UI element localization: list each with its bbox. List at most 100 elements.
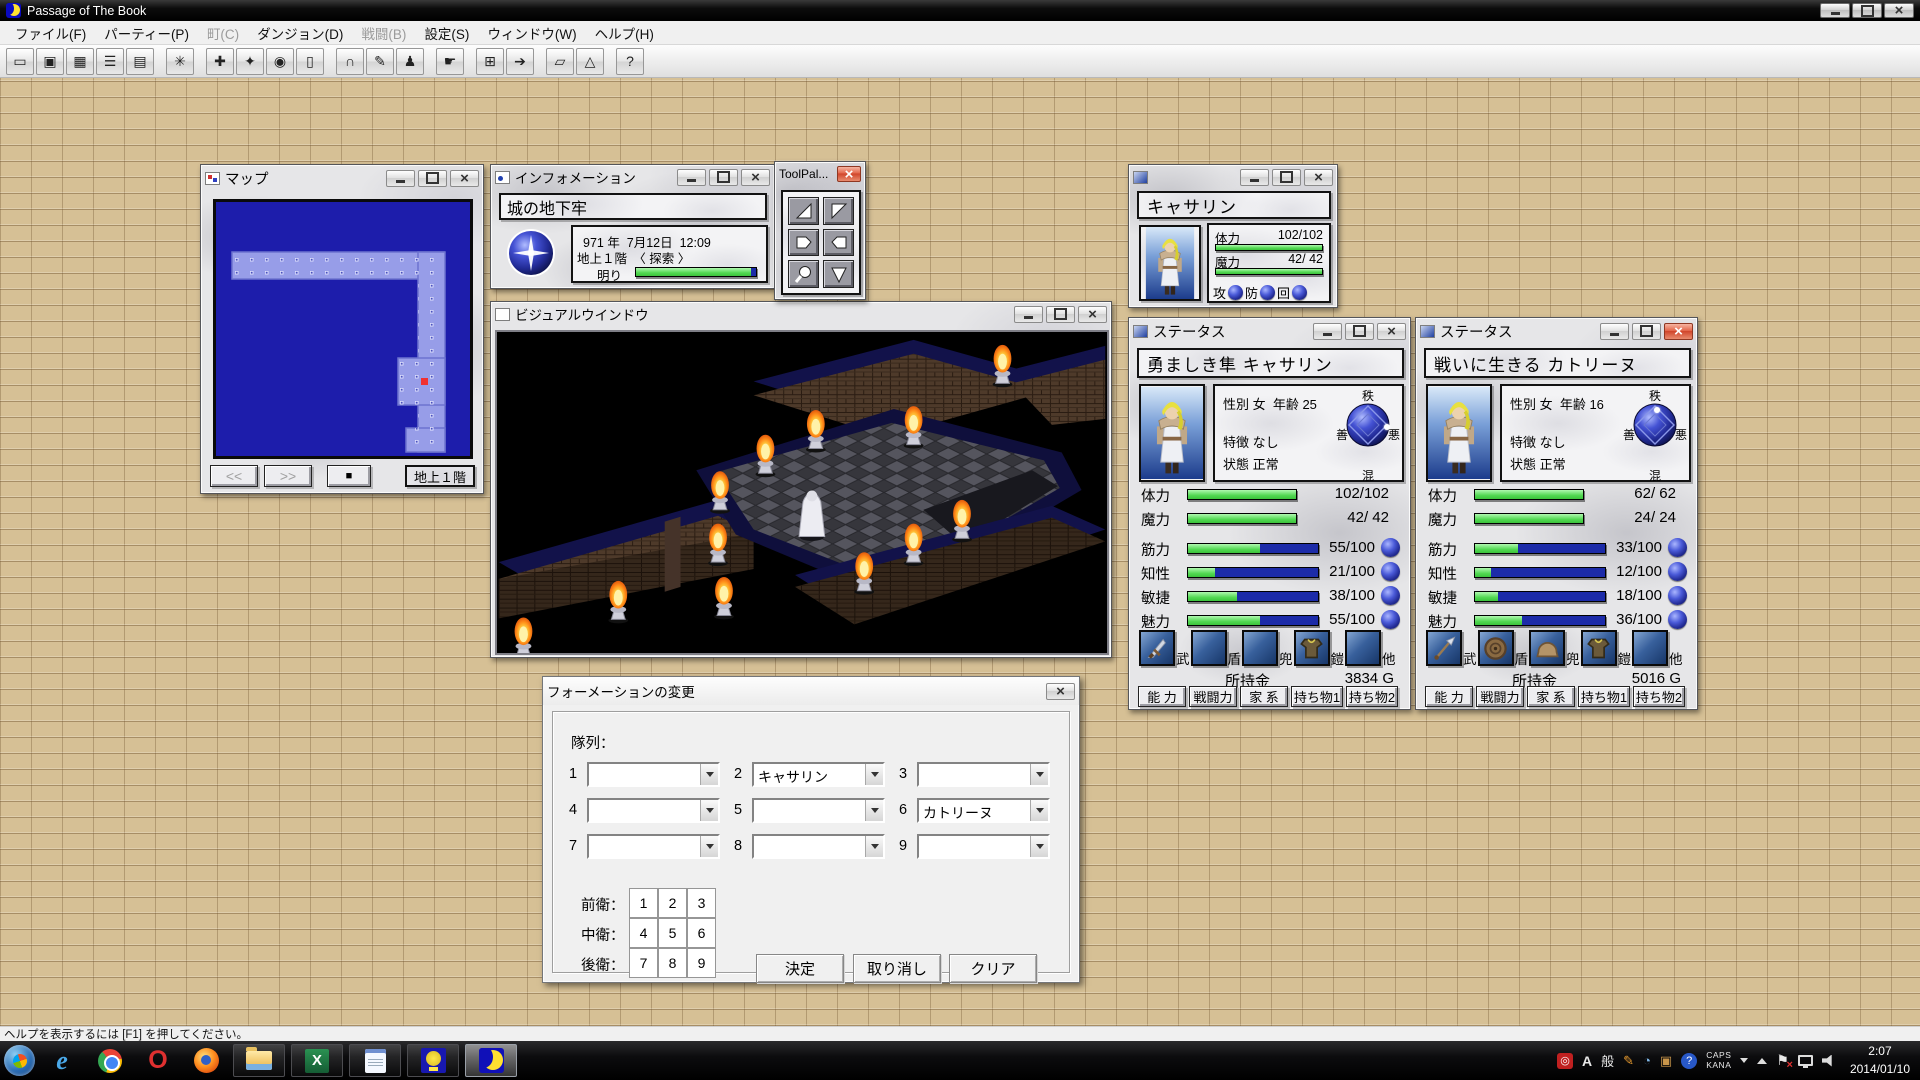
toolpal-titlebar[interactable]: ToolPal... <box>775 162 865 186</box>
maximize-button[interactable] <box>1345 323 1374 340</box>
dropdown-arrow-icon[interactable] <box>1030 800 1048 821</box>
toolbar-camp-button[interactable]: ∩ <box>336 48 364 75</box>
action-center-icon[interactable]: ⚑ <box>1776 1052 1789 1069</box>
other-slot[interactable] <box>1632 630 1668 666</box>
mode-selector[interactable]: 〈 探索 〉 <box>640 252 691 266</box>
turn-northeast-button[interactable] <box>788 197 819 225</box>
toolbar-terrain-button[interactable]: △ <box>576 48 604 75</box>
armor-slot[interactable] <box>1294 630 1330 666</box>
other-slot[interactable] <box>1345 630 1381 666</box>
ime-dictionary-icon[interactable]: ◔ <box>1643 1053 1651 1068</box>
show-hidden-icons-button[interactable] <box>1757 1053 1767 1064</box>
toolbox-icon[interactable]: ▣ <box>1660 1053 1672 1069</box>
turn-right-button[interactable] <box>788 229 819 257</box>
taskbar-opera[interactable]: O <box>137 1044 179 1077</box>
confirm-button[interactable]: 決定 <box>756 954 844 983</box>
search-button[interactable] <box>788 260 819 288</box>
shield-slot[interactable] <box>1191 630 1227 666</box>
toolbar-layers-button[interactable]: ▱ <box>546 48 574 75</box>
strength-orb-button[interactable] <box>1381 538 1400 557</box>
maximize-button[interactable] <box>1632 323 1661 340</box>
app-minimize-button[interactable] <box>1820 3 1850 18</box>
menu-dungeon[interactable]: ダンジョン(D) <box>248 20 352 46</box>
minimize-button[interactable] <box>386 170 415 187</box>
position-cell-9[interactable]: 9 <box>687 948 716 978</box>
agility-orb-button[interactable] <box>1668 586 1687 605</box>
close-button[interactable] <box>837 166 861 182</box>
taskbar-firefox[interactable] <box>185 1044 227 1077</box>
tab-items1[interactable]: 持ち物1 <box>1291 686 1343 707</box>
menu-party[interactable]: パーティー(P) <box>95 20 198 46</box>
dropdown-arrow-icon[interactable] <box>700 800 718 821</box>
agility-orb-button[interactable] <box>1381 586 1400 605</box>
close-button[interactable] <box>1046 683 1075 700</box>
tab-items2[interactable]: 持ち物2 <box>1633 686 1685 707</box>
position-cell-1[interactable]: 1 <box>629 888 658 918</box>
app-maximize-button[interactable] <box>1852 3 1882 18</box>
tab-items1[interactable]: 持ち物1 <box>1578 686 1630 707</box>
maximize-button[interactable] <box>709 169 738 186</box>
clear-button[interactable]: クリア <box>949 954 1037 983</box>
start-button[interactable] <box>4 1045 35 1076</box>
maximize-button[interactable] <box>1272 169 1301 186</box>
close-button[interactable] <box>1304 169 1333 186</box>
map-next-floor-button[interactable]: >> <box>264 465 312 487</box>
position-cell-7[interactable]: 7 <box>629 948 658 978</box>
minimize-button[interactable] <box>677 169 706 186</box>
dungeon-viewport[interactable] <box>495 330 1109 655</box>
turn-northwest-button[interactable] <box>823 197 854 225</box>
menu-file[interactable]: ファイル(F) <box>6 20 95 46</box>
taskbar-clock[interactable]: 2:07 2014/01/10 <box>1850 1043 1910 1078</box>
move-back-button[interactable] <box>823 260 854 288</box>
tab-family[interactable]: 家 系 <box>1240 686 1288 707</box>
maximize-button[interactable] <box>1046 306 1075 323</box>
formation-slot-5[interactable] <box>752 798 885 823</box>
position-cell-8[interactable]: 8 <box>658 948 687 978</box>
toolbar-map-button[interactable]: ▦ <box>66 48 94 75</box>
shield-slot[interactable] <box>1478 630 1514 666</box>
taskbar-notepad[interactable] <box>349 1044 401 1077</box>
dropdown-arrow-icon[interactable] <box>1030 836 1048 857</box>
minimize-button[interactable] <box>1313 323 1342 340</box>
map-window-titlebar[interactable]: マップ <box>201 165 483 191</box>
formation-slot-7[interactable] <box>587 834 720 859</box>
formation-slot-4[interactable] <box>587 798 720 823</box>
taskbar-ie[interactable]: e <box>41 1044 83 1077</box>
taskbar-excel[interactable]: X <box>291 1044 343 1077</box>
formation-slot-1[interactable] <box>587 762 720 787</box>
close-button[interactable] <box>1664 323 1693 340</box>
volume-icon[interactable] <box>1822 1055 1835 1067</box>
formation-slot-8[interactable] <box>752 834 885 859</box>
cancel-button[interactable]: 取り消し <box>853 954 941 983</box>
ime-options-arrow-icon[interactable] <box>1740 1058 1748 1067</box>
map-stop-button[interactable]: ■ <box>327 465 371 487</box>
taskbar-passage-of-the-book[interactable] <box>465 1044 517 1077</box>
minimize-button[interactable] <box>1014 306 1043 323</box>
toolbar-formation-button[interactable]: ⊞ <box>476 48 504 75</box>
charm-orb-button[interactable] <box>1668 610 1687 629</box>
formation-slot-6[interactable]: カトリーヌ <box>917 798 1050 823</box>
dropdown-arrow-icon[interactable] <box>700 764 718 785</box>
attack-orb-button[interactable] <box>1228 285 1243 300</box>
menu-settings[interactable]: 設定(S) <box>415 20 478 46</box>
minimize-button[interactable] <box>1600 323 1629 340</box>
security-tray-icon[interactable]: ◎ <box>1557 1053 1573 1069</box>
toolbar-log-button[interactable]: ☰ <box>96 48 124 75</box>
network-icon[interactable] <box>1798 1055 1813 1066</box>
app-titlebar[interactable]: Passage of The Book <box>0 0 1920 21</box>
toolbar-record-button[interactable]: ✎ <box>366 48 394 75</box>
charm-orb-button[interactable] <box>1381 610 1400 629</box>
defense-orb-button[interactable] <box>1260 285 1275 300</box>
weapon-slot[interactable] <box>1139 630 1175 666</box>
helmet-slot[interactable] <box>1529 630 1565 666</box>
dropdown-arrow-icon[interactable] <box>700 836 718 857</box>
status-titlebar[interactable]: ステータス <box>1416 318 1697 344</box>
dropdown-arrow-icon[interactable] <box>865 800 883 821</box>
toolbar-item-button[interactable]: ✦ <box>236 48 264 75</box>
ime-pad-icon[interactable]: ✎ <box>1623 1053 1634 1069</box>
formation-dialog-titlebar[interactable]: フォーメーションの変更 <box>543 677 1079 705</box>
close-button[interactable] <box>741 169 770 186</box>
dropdown-arrow-ic[interactable] <box>865 836 883 857</box>
position-cell-5[interactable]: 5 <box>658 918 687 948</box>
tab-ability[interactable]: 能 力 <box>1138 686 1186 707</box>
